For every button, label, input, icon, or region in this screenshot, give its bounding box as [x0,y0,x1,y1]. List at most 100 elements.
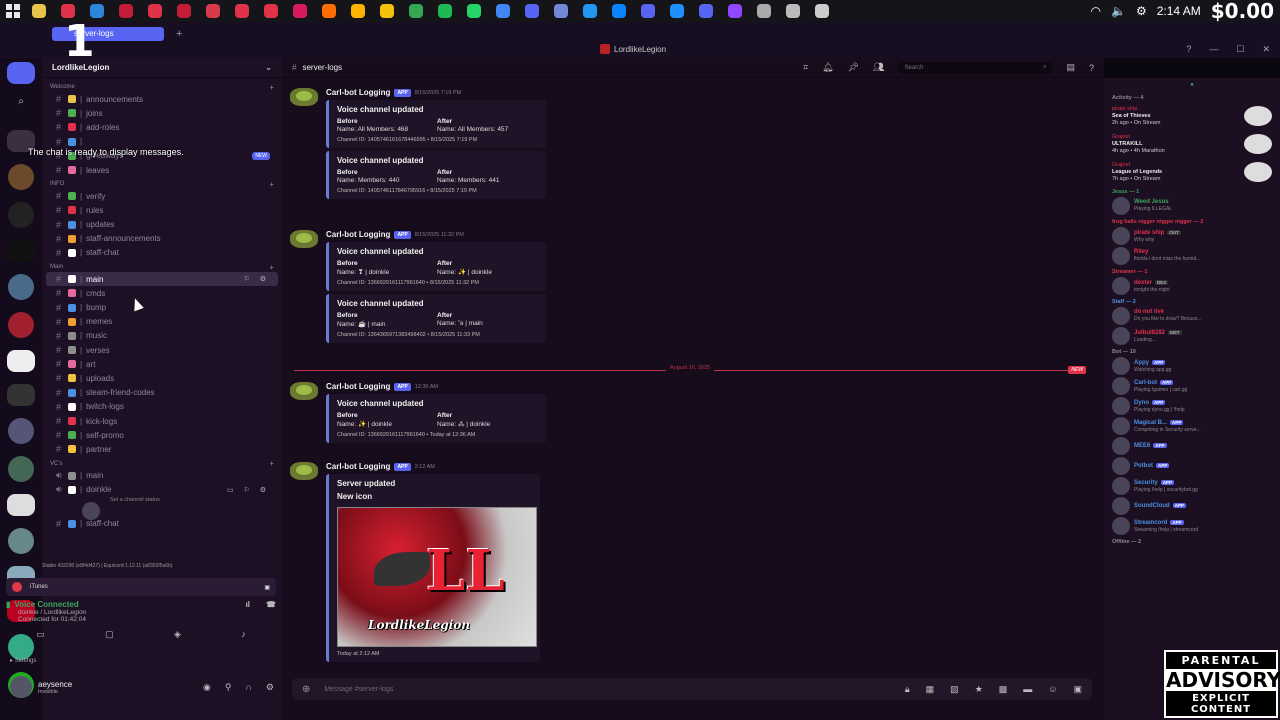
voice-actions-icon[interactable]: ▭ ⚐ ⚙ [227,486,270,494]
member-item[interactable]: dexter DEX tonight the night [1104,276,1280,296]
server-icon[interactable] [8,202,34,228]
taskbar-app-icon[interactable] [409,4,423,18]
wifi-icon[interactable]: ◠ [1091,4,1101,18]
taskbar-app-icon[interactable] [554,4,568,18]
sidebar-channel[interactable]: # | kick-logs [46,414,278,428]
sidebar-channel[interactable]: # | staff-chat [46,246,278,260]
settings-toggle[interactable]: ▸ Settings [10,657,36,664]
member-item[interactable]: do not live Do you like to draw? Becaus..… [1104,306,1280,326]
add-channel-icon[interactable]: + [269,263,274,272]
server-icon[interactable] [8,418,34,444]
activity-card[interactable]: Grajnet ULTRAKILL 4h ago • 4h Marathon [1104,130,1280,158]
sidebar-channel[interactable]: # | uploads [46,371,278,385]
message-author[interactable]: Carl-bot Logging [326,230,390,239]
channel-category[interactable]: INFO + [42,177,282,189]
add-channel-icon[interactable]: + [269,180,274,189]
sidebar-channel[interactable]: # | cmds [46,286,278,300]
soundboard-icon[interactable]: ♪ [241,629,246,640]
server-icon[interactable] [8,312,34,338]
star-icon[interactable]: ★ [975,684,983,695]
sidebar-channel[interactable]: # | twitch-logs [46,400,278,414]
sidebar-channel[interactable]: # | self-promo [46,428,278,442]
taskbar-app-icon[interactable] [641,4,655,18]
sidebar-channel[interactable]: # | bump [46,300,278,314]
taskbar-app-icon[interactable] [351,4,365,18]
taskbar-app-icon[interactable] [467,4,481,18]
bot-avatar[interactable] [290,230,318,248]
taskbar-app-icon[interactable] [206,4,220,18]
taskbar-app-icon[interactable] [32,4,46,18]
member-item[interactable]: Dyno APP Playing dyno.gg | !help [1104,396,1280,416]
gift-icon[interactable]: ▦ [926,684,935,695]
windows-start-icon[interactable] [6,4,20,18]
sidebar-channel[interactable]: # | staff-chat [46,517,278,531]
server-icon[interactable] [7,240,35,262]
member-item[interactable]: SoundCloud APP [1104,496,1280,516]
server-icon[interactable] [7,350,35,372]
sidebar-channel[interactable]: # | partner [46,442,278,456]
member-item[interactable]: Carl-bot APP Playing /games | carl.gg [1104,376,1280,396]
server-icon-image[interactable]: LL LordlikeLegion [337,507,537,647]
threads-icon[interactable]: ⌗ [803,62,808,73]
member-item[interactable]: pirate ship OUT Why why [1104,226,1280,246]
taskbar-app-icon[interactable] [177,4,191,18]
member-item[interactable]: Riley florida i dont miss the humid... [1104,246,1280,266]
taskbar-app-icon[interactable] [264,4,278,18]
keyboard-icon[interactable]: ▬ [1023,684,1032,695]
taskbar-app-icon[interactable] [699,4,713,18]
sidebar-channel[interactable]: # | add-roles [46,120,278,134]
sidebar-channel[interactable]: 🔊︎ | main [46,469,278,483]
channel-category[interactable]: Main + [42,260,282,272]
taskbar-app-icon[interactable] [322,4,336,18]
sidebar-channel[interactable]: # | verify [46,189,278,203]
sidebar-channel[interactable]: # | steam-friend-codes [46,386,278,400]
sidebar-channel[interactable]: # | verses [46,343,278,357]
member-item[interactable]: Appy APP Watching app.gg [1104,356,1280,376]
microphone-icon[interactable]: ⚲ [225,682,232,693]
channel-category[interactable]: Welcome + [42,80,282,92]
maximize-icon[interactable]: ☐ [1236,44,1244,55]
activity-card[interactable]: Grajnet League of Legends 7h ago • On Stre… [1104,158,1280,186]
sidebar-channel[interactable]: 🔊︎ | doinkle ▭ ⚐ ⚙ [46,483,278,497]
server-header[interactable]: LordlikeLegion ⌄ [42,58,282,78]
taskbar-app-icon[interactable] [293,4,307,18]
close-icon[interactable]: ✕ [1262,44,1270,55]
taskbar-app-icon[interactable] [786,4,800,18]
sidebar-channel[interactable]: # | music [46,329,278,343]
volume-icon[interactable]: 🔈 [1111,4,1126,18]
voice-channel-path[interactable]: doinkle / LordlikeLegion [6,609,276,616]
add-channel-icon[interactable]: + [269,459,274,468]
member-item[interactable]: Weed Jesus Playing ILLEGAL [1104,196,1280,216]
sidebar-channel[interactable]: # | updates [46,218,278,232]
taskbar-app-icon[interactable] [496,4,510,18]
settings-icon[interactable]: ⚙ [1136,4,1147,18]
message-author[interactable]: Carl-bot Logging [326,88,390,97]
discord-home-icon[interactable] [7,62,35,84]
member-item[interactable]: Julbul8282 MST Loading... [1104,326,1280,346]
now-playing-bar[interactable]: iTunes ▣ [6,578,276,596]
search-input[interactable]: Search ⌕ [898,61,1053,74]
taskbar-app-icon[interactable] [757,4,771,18]
help-icon[interactable]: ? [1186,44,1191,55]
channel-actions-icon[interactable]: ⚐ ⚙ [244,275,271,283]
noise-suppression-icon[interactable]: ıl [246,600,250,609]
bot-avatar[interactable] [290,382,318,400]
taskbar-app-icon[interactable] [525,4,539,18]
message-composer[interactable]: ⊕ Message #server-logs 🔒︎ ▦ ▧ ★ ▩ ▬ ☺ ▣ [292,678,1092,700]
emoji-icon[interactable]: ☺ [1048,684,1057,695]
minimize-icon[interactable]: — [1209,44,1218,55]
inbox-icon[interactable]: ▤ [1066,62,1075,73]
controller-icon[interactable]: ▣ [264,584,270,591]
taskbar-app-icon[interactable] [728,4,742,18]
sidebar-channel[interactable]: # | leaves [46,163,278,177]
add-channel-icon[interactable]: + [269,83,274,92]
headphones-icon[interactable]: ∩ [245,682,251,693]
taskbar-app-icon[interactable] [119,4,133,18]
search-icon[interactable]: ⌕ [7,96,35,118]
gamepad-icon[interactable]: ◉ [203,682,211,693]
sidebar-channel[interactable]: # | rules [46,203,278,217]
taskbar-app-icon[interactable] [612,4,626,18]
chevron-down-icon[interactable]: ⌄ [265,63,272,72]
add-attachment-icon[interactable]: ⊕ [302,684,310,695]
taskbar-app-icon[interactable] [438,4,452,18]
